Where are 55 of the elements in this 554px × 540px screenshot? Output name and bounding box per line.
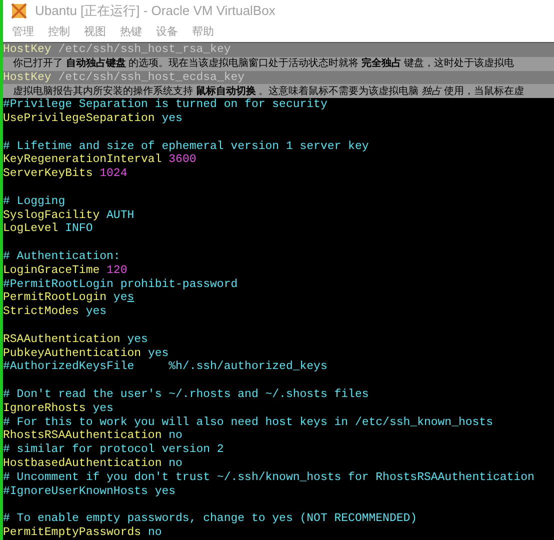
window-title: Ubantu [正在运行] - Oracle VM VirtualBox bbox=[35, 2, 276, 20]
config-key: HostKey bbox=[3, 43, 58, 56]
config-value: INFO bbox=[65, 222, 93, 236]
config-key: SyslogFacility bbox=[3, 208, 107, 222]
config-value: ye bbox=[113, 291, 128, 304]
config-comment: #PermitRootLogin prohibit-password bbox=[3, 278, 238, 291]
menu-item[interactable]: 帮助 bbox=[191, 24, 215, 40]
config-key: IgnoreRhosts bbox=[3, 402, 93, 415]
config-value: yes bbox=[148, 346, 169, 360]
config-value: AUTH bbox=[106, 208, 134, 222]
config-key: HostKey bbox=[3, 70, 58, 84]
config-value: 120 bbox=[106, 264, 128, 277]
config-key: LoginGraceTime bbox=[3, 264, 107, 277]
config-comment: # Lifetime and size of ephemeral version 1 server key bbox=[3, 140, 369, 153]
config-key: ServerKeyBits bbox=[3, 167, 100, 180]
config-key: PermitRootLogin bbox=[3, 291, 114, 304]
menu-item[interactable]: 管理 bbox=[11, 24, 35, 40]
config-value: /etc/ssh/ssh_host_rsa_key bbox=[58, 43, 231, 56]
menu-item[interactable]: 热键 bbox=[119, 24, 143, 40]
config-key: PermitEmptyPasswords bbox=[3, 526, 148, 539]
menu-item[interactable]: 设备 bbox=[155, 24, 179, 40]
config-comment: # For this to work you will also need host keys in /etc/ssh_known_hosts bbox=[3, 416, 493, 429]
menu-item[interactable]: 控制 bbox=[47, 24, 71, 40]
config-comment: # similar for protocol version 2 bbox=[3, 443, 224, 456]
config-comment: #IgnoreUserKnownHosts yes bbox=[3, 484, 176, 498]
config-value: 3600 bbox=[168, 153, 196, 166]
config-value: yes bbox=[127, 332, 148, 346]
config-value: 1024 bbox=[100, 167, 128, 180]
menu-item[interactable]: 视图 bbox=[83, 24, 107, 40]
config-comment: # Logging bbox=[3, 194, 66, 208]
notification-message: 你已打开了 自动独占键盘 的选项。现在当该虚拟电脑窗口处于活动状态时就将 完全独占 键盘，这时处于该虚拟电 bbox=[13, 57, 514, 70]
config-value: no bbox=[148, 526, 162, 539]
config-value: yes bbox=[162, 112, 182, 125]
config-key: HostbasedAuthentication bbox=[3, 456, 169, 470]
config-value: no bbox=[168, 456, 182, 470]
cursor-character: s bbox=[127, 291, 134, 304]
config-key: LogLevel bbox=[3, 222, 66, 236]
config-comment: # Authentication: bbox=[3, 250, 120, 263]
config-comment: # Don't read the user's ~/.rhosts and ~/.shosts files bbox=[3, 388, 369, 401]
config-value: no bbox=[168, 429, 182, 442]
config-key: PubkeyAuthentication bbox=[3, 346, 148, 360]
config-value: /etc/ssh/ssh_host_ecdsa_key bbox=[58, 70, 245, 84]
config-key: KeyRegenerationInterval bbox=[3, 153, 169, 166]
config-key: RhostsRSAAuthentication bbox=[3, 429, 169, 442]
notification-message: 虚拟电脑报告其内所安装的操作系统支持 鼠标自动切换 。这意味着鼠标不需要为该虚拟电脑 独占 使用，当鼠标在虚 bbox=[13, 84, 524, 98]
config-key: StrictModes bbox=[3, 305, 86, 318]
config-key: UsePrivilegeSeparation bbox=[3, 112, 162, 125]
config-comment: #Privilege Separation is turned on for security bbox=[3, 98, 328, 112]
app-logo-icon bbox=[11, 3, 27, 19]
config-comment: # Uncomment if you don't trust ~/.ssh/known_hosts for RhostsRSAAuthentication bbox=[3, 470, 534, 484]
config-comment: # To enable empty passwords, change to yes (NOT RECOMMENDED) bbox=[3, 512, 418, 526]
config-value: yes bbox=[92, 402, 114, 415]
config-value: yes bbox=[86, 305, 107, 318]
config-key: RSAAuthentication bbox=[3, 332, 128, 346]
config-comment: #AuthorizedKeysFile %h/.ssh/authorized_keys bbox=[3, 360, 328, 374]
